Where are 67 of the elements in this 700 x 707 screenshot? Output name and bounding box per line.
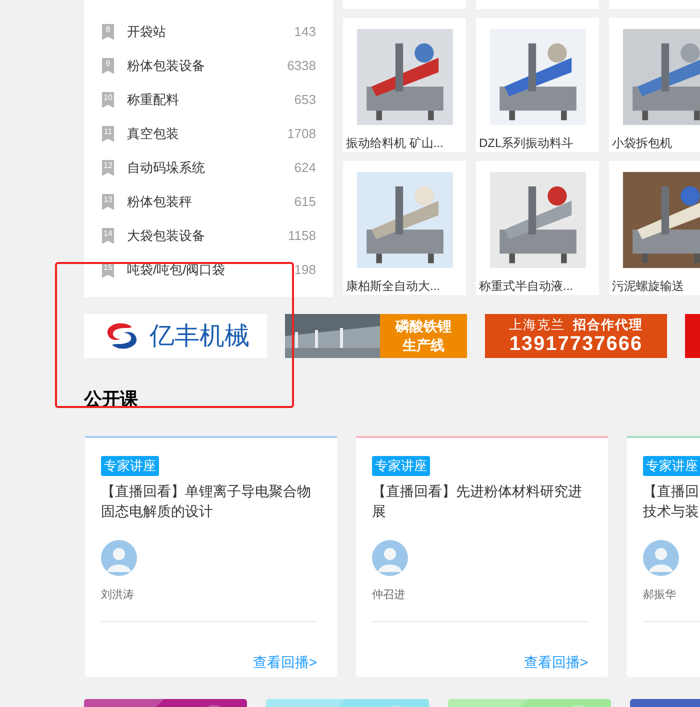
category-item[interactable]: 12 自动码垛系统 624 [84, 151, 333, 185]
category-count: 624 [294, 159, 316, 178]
logo-banner[interactable]: 亿丰机械 [84, 314, 267, 358]
category-item[interactable]: 8 开袋站 143 [84, 15, 333, 49]
category-name: 大袋包装设备 [127, 227, 206, 246]
product-card[interactable]: 振动给料机 矿山... [343, 18, 466, 152]
category-name: 粉体包装设备 [127, 57, 206, 76]
avatar-icon [643, 540, 679, 576]
banner-text: 生产线 [402, 336, 444, 355]
category-item[interactable]: 10 称重配料 653 [84, 83, 333, 117]
rank-badge: 9 [102, 58, 114, 74]
product-card[interactable]: 小袋拆包机 [609, 18, 700, 152]
category-name: 自动码垛系统 [127, 159, 206, 178]
category-count: 6338 [287, 57, 316, 76]
category-name: 粉体包装秤 [127, 193, 193, 212]
lecture-card[interactable]: 专家讲座 【直播回看】先进粉体材料研究进展 仲召进 查看回播> [356, 436, 608, 677]
product-title: 污泥螺旋输送 [611, 278, 684, 295]
rank-badge: 10 [102, 92, 114, 108]
product-title: DZL系列振动料斗 [478, 135, 574, 152]
category-item[interactable]: 9 粉体包装设备 6338 [84, 49, 333, 83]
category-tag: 专家讲座 [101, 456, 159, 476]
category-count: 1158 [288, 227, 316, 246]
banner-text: 磷酸铁锂 [396, 317, 452, 336]
product-title: 小袋拆包机 [611, 135, 672, 152]
phone-number: 13917737666 [509, 333, 643, 355]
lecture-title: 【直播回看】先进粉体材料研究进展 [372, 482, 583, 521]
company-name: 上海克兰 [509, 317, 565, 333]
product-title: 称重式半自动液... [478, 278, 574, 295]
product-card[interactable]: 康柏斯全自动大... [343, 161, 466, 295]
avatar-icon [372, 540, 408, 576]
category-tag: 专家讲座 [372, 456, 430, 476]
product-card[interactable]: 称重式半自动液... [476, 161, 599, 295]
rank-badge: 11 [102, 126, 114, 142]
lecture-title: 【直播回看】单锂离子导电聚合物固态电解质的设计 [101, 482, 312, 521]
speaker-name: 刘洪涛 [101, 588, 135, 603]
category-count: 615 [294, 193, 316, 212]
category-name: 真空包装 [127, 125, 180, 144]
speaker-name: 郝振华 [643, 588, 677, 603]
product-title: 康柏斯全自动大... [345, 278, 440, 295]
category-count: 198 [294, 261, 316, 280]
category-item[interactable]: 15 吨袋/吨包/阀口袋 198 [84, 253, 333, 287]
rank-badge: 13 [102, 194, 114, 210]
rank-badge: 14 [102, 228, 114, 244]
rank-badge: 8 [102, 24, 114, 40]
ad-banner[interactable]: 上海克兰 招合作代理 13917737666 [485, 314, 667, 358]
product-title: 振动给料机 矿山... [345, 135, 444, 152]
category-count: 653 [294, 91, 316, 110]
banner-slogan: 招合作代理 [573, 317, 643, 333]
lecture-card[interactable]: 专家讲座 【直播回看】单锂离子导电聚合物固态电解质的设计 刘洪涛 查看回播> [85, 436, 337, 677]
speaker-name: 仲召进 [372, 588, 406, 603]
product-card[interactable]: 污泥螺旋输送 [609, 161, 700, 295]
category-count: 1708 [287, 125, 316, 144]
lecture-card[interactable]: 专家讲座 【直播回 技术与装 郝振华 [627, 436, 700, 677]
category-item[interactable]: 14 大袋包装设备 1158 [84, 219, 333, 253]
avatar-icon [101, 540, 137, 576]
category-name: 称重配料 [127, 91, 180, 110]
category-item[interactable]: 11 真空包装 1708 [84, 117, 333, 151]
category-item[interactable]: 13 粉体包装秤 615 [84, 185, 333, 219]
category-count: 143 [294, 23, 316, 42]
lecture-title: 技术与装 [643, 502, 700, 521]
lecture-title: 【直播回 [643, 482, 700, 501]
product-card[interactable]: DZL系列振动料斗 [476, 18, 599, 152]
category-name: 开袋站 [127, 23, 167, 42]
category-name: 吨袋/吨包/阀口袋 [127, 261, 226, 280]
rank-badge: 12 [102, 160, 114, 176]
category-tag: 专家讲座 [643, 456, 700, 476]
logo-text: 亿丰机械 [150, 324, 250, 348]
